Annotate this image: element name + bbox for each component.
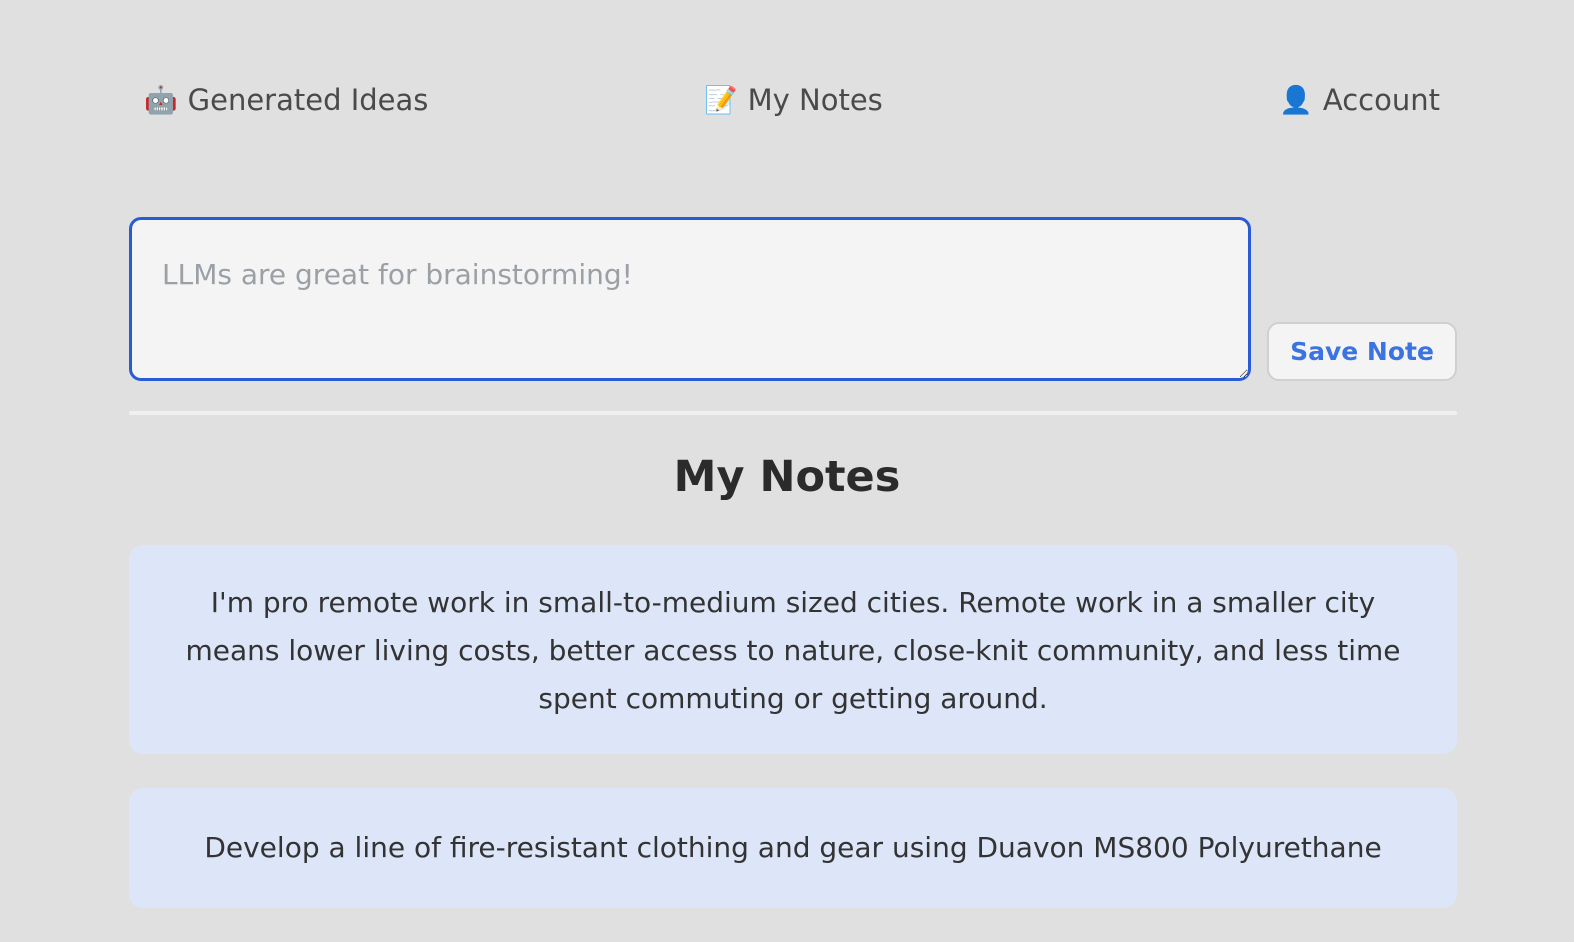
nav-account-label: Account [1322,83,1440,117]
divider [129,411,1457,415]
user-icon: 👤 [1279,84,1313,116]
note-text: I'm pro remote work in small-to-medium s… [185,586,1401,715]
note-input[interactable] [129,217,1251,381]
nav-generated-ideas[interactable]: 🤖 Generated Ideas [144,76,428,124]
nav-my-notes-label: My Notes [747,83,883,117]
note-editor: Save Note [129,217,1457,381]
nav-account[interactable]: 👤 Account [1279,76,1440,124]
nav-generated-ideas-label: Generated Ideas [187,83,429,117]
note-card: I'm pro remote work in small-to-medium s… [129,545,1457,754]
note-card: Develop a line of fire-resistant clothin… [129,788,1457,908]
nav-my-notes[interactable]: 📝 My Notes [704,76,883,124]
memo-icon: 📝 [704,84,738,116]
notes-list: I'm pro remote work in small-to-medium s… [129,545,1457,942]
section-title: My Notes [673,452,901,502]
top-nav: 🤖 Generated Ideas 📝 My Notes 👤 Account [0,76,1574,124]
robot-icon: 🤖 [144,84,178,116]
note-text: Develop a line of fire-resistant clothin… [204,831,1382,864]
save-note-button[interactable]: Save Note [1267,322,1457,381]
